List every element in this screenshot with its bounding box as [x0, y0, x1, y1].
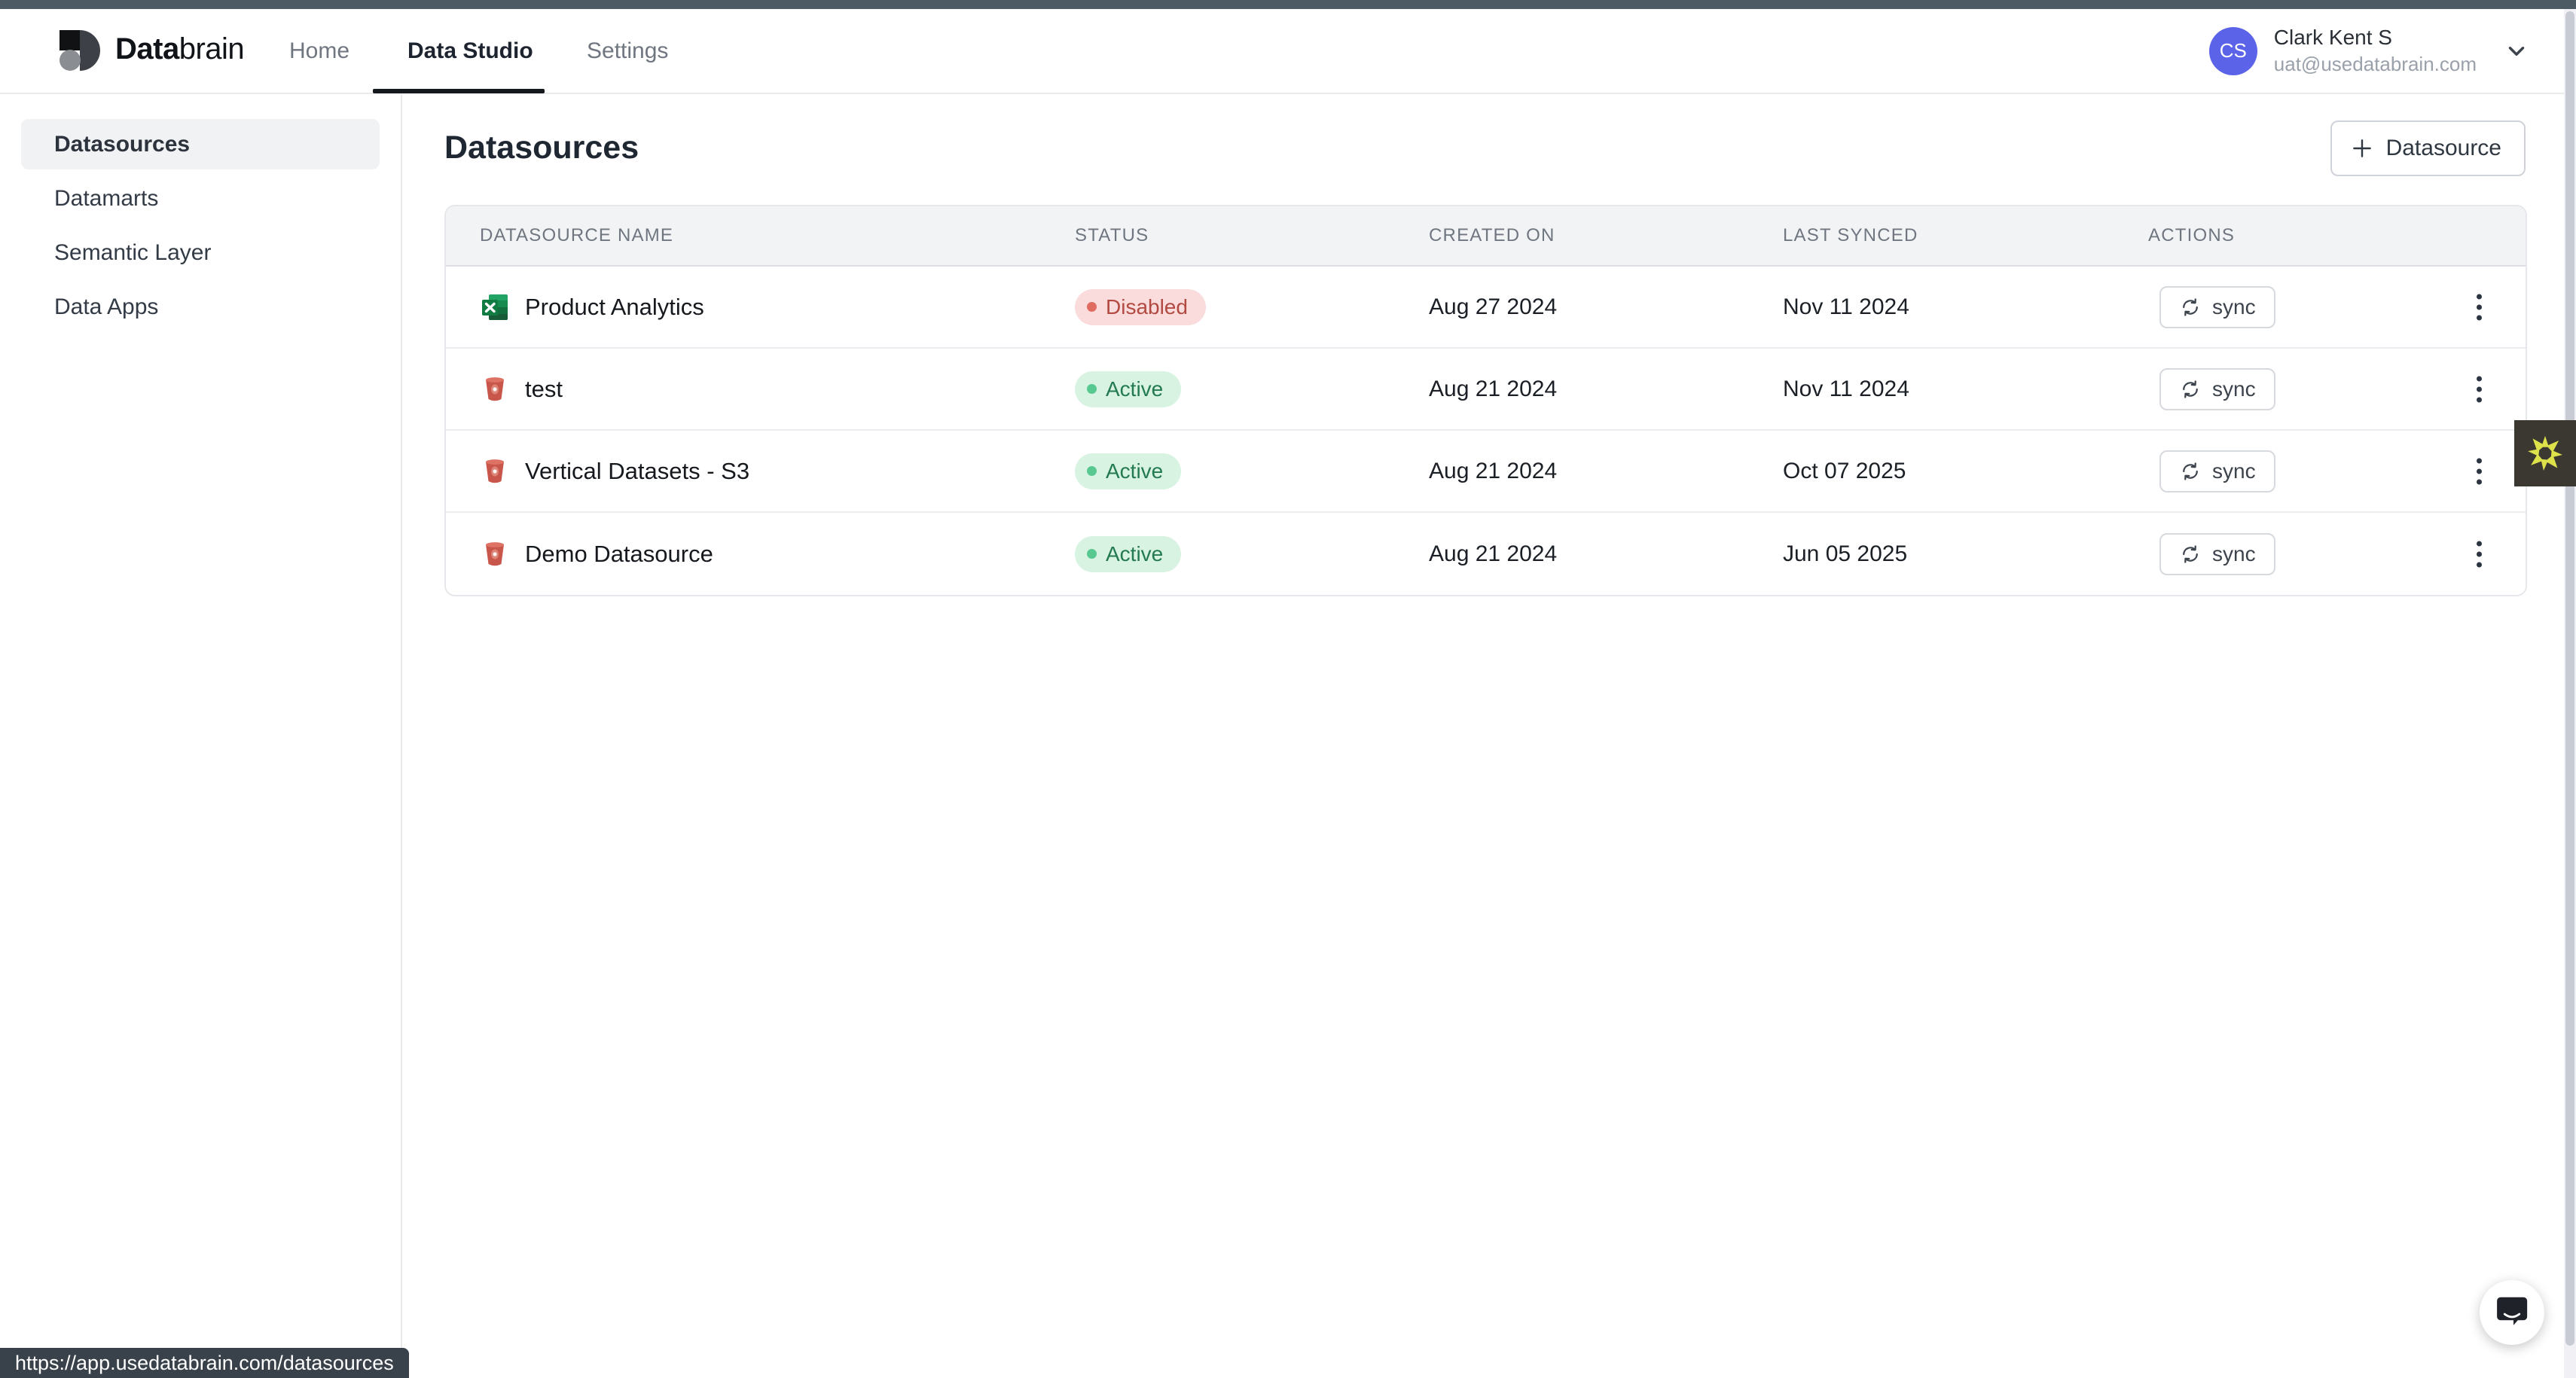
- datasource-name: Product Analytics: [525, 294, 704, 321]
- last-synced-value: Jun 05 2025: [1783, 541, 2148, 567]
- sync-label: sync: [2212, 542, 2256, 566]
- datasources-table: Datasource Name Status Created On Last S…: [444, 205, 2527, 596]
- excel-icon: [480, 292, 510, 322]
- sync-label: sync: [2212, 459, 2256, 483]
- user-email: uat@usedatabrain.com: [2274, 53, 2477, 76]
- s3-bucket-icon: [480, 456, 510, 486]
- status-badge: Active: [1075, 453, 1181, 489]
- s3-bucket-icon: [480, 539, 510, 569]
- add-datasource-label: Datasource: [2386, 136, 2501, 161]
- sync-icon: [2179, 460, 2202, 483]
- status-dot-icon: [1087, 302, 1097, 312]
- sync-label: sync: [2212, 377, 2256, 401]
- logo-wordmark: Databrain: [115, 32, 244, 66]
- avatar: CS: [2209, 27, 2257, 75]
- user-name: Clark Kent S: [2274, 26, 2477, 50]
- sync-icon: [2179, 378, 2202, 401]
- status-badge: Active: [1075, 371, 1181, 407]
- sidebar-item-semantic-layer[interactable]: Semantic Layer: [21, 227, 380, 278]
- sync-button[interactable]: sync: [2159, 368, 2275, 410]
- row-menu-kebab-icon[interactable]: [2471, 370, 2488, 408]
- browser-top-strip: [0, 0, 2576, 9]
- table-row[interactable]: Product Analytics Disabled Aug 27 2024 N…: [446, 267, 2526, 349]
- status-badge: Active: [1075, 536, 1181, 572]
- column-header-actions: Actions: [2148, 225, 2526, 246]
- sync-label: sync: [2212, 295, 2256, 319]
- s3-bucket-icon: [480, 374, 510, 404]
- created-on-value: Aug 21 2024: [1429, 541, 1783, 567]
- last-synced-value: Nov 11 2024: [1783, 294, 2148, 320]
- table-row[interactable]: Vertical Datasets - S3 Active Aug 21 202…: [446, 431, 2526, 513]
- table-row[interactable]: Demo Datasource Active Aug 21 2024 Jun 0…: [446, 513, 2526, 595]
- chat-bubble-icon: [2492, 1293, 2532, 1332]
- chat-launcher-button[interactable]: [2480, 1280, 2544, 1345]
- scrollbar-thumb[interactable]: [2565, 11, 2574, 1346]
- asterisk-icon: [2520, 428, 2570, 478]
- created-on-value: Aug 21 2024: [1429, 377, 1783, 402]
- sidebar-item-datasources[interactable]: Datasources: [21, 119, 380, 169]
- tab-settings[interactable]: Settings: [587, 9, 668, 93]
- active-tab-underline: [373, 89, 545, 93]
- column-header-created: Created On: [1429, 225, 1783, 246]
- sidebar: Datasources Datamarts Semantic Layer Dat…: [0, 94, 402, 1378]
- sync-button[interactable]: sync: [2159, 286, 2275, 328]
- chevron-down-icon: [2504, 38, 2529, 64]
- table-row[interactable]: test Active Aug 21 2024 Nov 11 2024 sync: [446, 349, 2526, 431]
- row-menu-kebab-icon[interactable]: [2471, 535, 2488, 573]
- last-synced-value: Nov 11 2024: [1783, 377, 2148, 402]
- table-header-row: Datasource Name Status Created On Last S…: [446, 206, 2526, 267]
- status-badge: Disabled: [1075, 289, 1206, 325]
- row-menu-kebab-icon[interactable]: [2471, 452, 2488, 490]
- status-dot-icon: [1087, 466, 1097, 476]
- created-on-value: Aug 21 2024: [1429, 459, 1783, 484]
- app-header: Databrain Home Data Studio Settings CS C…: [0, 9, 2576, 94]
- tab-data-studio[interactable]: Data Studio: [407, 9, 533, 93]
- sidebar-item-data-apps[interactable]: Data Apps: [21, 282, 380, 332]
- sidebar-item-datamarts[interactable]: Datamarts: [21, 173, 380, 224]
- tab-home[interactable]: Home: [289, 9, 349, 93]
- datasource-name: test: [525, 376, 563, 403]
- status-url-tooltip: https://app.usedatabrain.com/datasources: [0, 1348, 409, 1378]
- sync-button[interactable]: sync: [2159, 450, 2275, 492]
- databrain-logo-icon: [56, 27, 100, 71]
- sync-icon: [2179, 543, 2202, 566]
- status-dot-icon: [1087, 549, 1097, 559]
- sync-button[interactable]: sync: [2159, 533, 2275, 575]
- add-datasource-button[interactable]: Datasource: [2330, 120, 2526, 176]
- page-title: Datasources: [444, 130, 639, 166]
- databrain-logo[interactable]: Databrain: [56, 27, 244, 71]
- sync-icon: [2179, 296, 2202, 319]
- user-menu[interactable]: CS Clark Kent S uat@usedatabrain.com: [2209, 9, 2529, 93]
- datasource-name: Vertical Datasets - S3: [525, 458, 749, 485]
- column-header-name: Datasource Name: [446, 225, 1075, 246]
- row-menu-kebab-icon[interactable]: [2471, 288, 2488, 326]
- column-header-synced: Last Synced: [1783, 225, 2148, 246]
- datasource-name: Demo Datasource: [525, 541, 713, 568]
- column-header-status: Status: [1075, 225, 1429, 246]
- extension-side-tab[interactable]: [2514, 420, 2576, 486]
- last-synced-value: Oct 07 2025: [1783, 459, 2148, 484]
- created-on-value: Aug 27 2024: [1429, 294, 1783, 320]
- plus-icon: [2350, 136, 2374, 160]
- status-dot-icon: [1087, 384, 1097, 394]
